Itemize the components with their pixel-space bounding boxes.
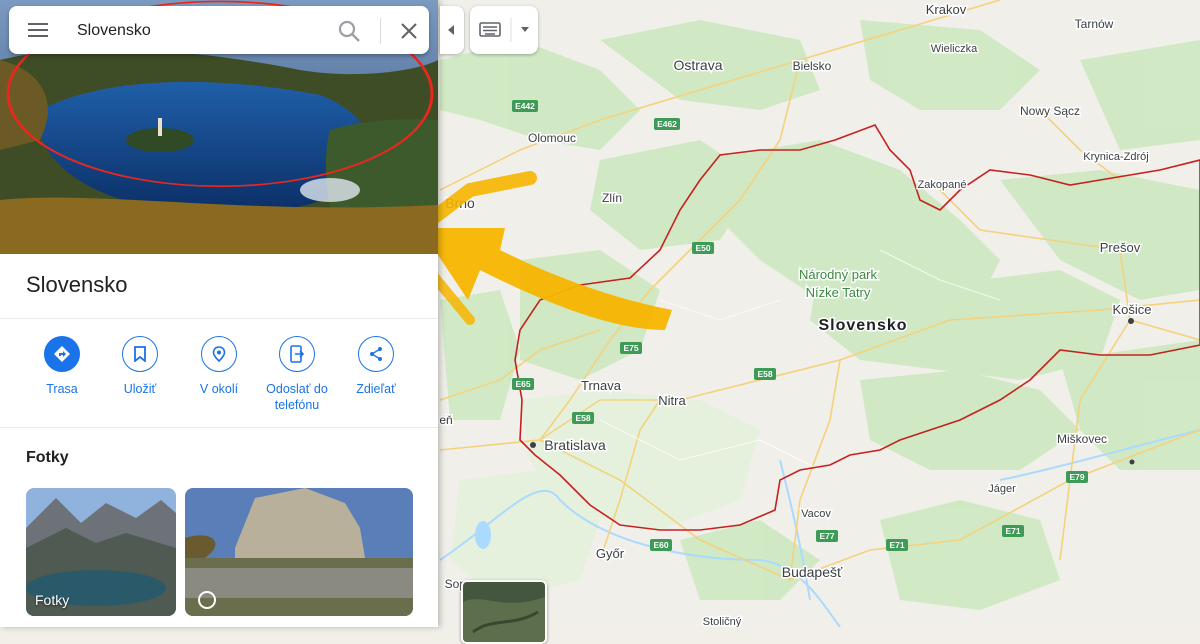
svg-text:E50: E50 (695, 243, 710, 253)
city-label: Zlín (602, 191, 622, 205)
road-shield: E71 (1002, 525, 1024, 537)
city-label: Nitra (658, 393, 686, 408)
bookmark-icon (122, 336, 158, 372)
road-shield: E77 (816, 530, 838, 542)
city-label: Nowy Sącz (1020, 104, 1080, 118)
search-box (9, 6, 429, 54)
action-label: Odoslať do telefónu (266, 382, 328, 412)
svg-text:E65: E65 (515, 379, 530, 389)
city-label: Krynica-Zdrój (1083, 151, 1148, 163)
photos-heading: Fotky (26, 449, 69, 466)
city-label: Tarnów (1075, 17, 1114, 31)
send-to-phone-icon (279, 336, 315, 372)
city-label: Vacov (801, 508, 831, 520)
divider (0, 427, 438, 428)
photo-thumbnail[interactable] (185, 488, 413, 616)
photo-thumbnail[interactable]: Fotky (26, 488, 176, 616)
directions-button[interactable]: Trasa (17, 336, 107, 397)
city-label: Košice (1112, 302, 1151, 317)
park-label: Nízke Tatry (806, 285, 871, 300)
action-label: Uložiť (123, 382, 157, 396)
collapse-panel-button[interactable] (440, 6, 464, 54)
city-label: Prešov (1100, 240, 1141, 255)
city-label: Bratislava (544, 437, 606, 453)
city-label: Wieliczka (931, 43, 978, 55)
svg-text:E79: E79 (1069, 472, 1084, 482)
action-label: Zdieľať (356, 382, 396, 396)
road-shield: E58 (572, 412, 594, 424)
place-title: Slovensko (26, 272, 128, 297)
svg-text:E71: E71 (1005, 526, 1020, 536)
share-button[interactable]: Zdieľať (331, 336, 421, 397)
city-label: Olomouc (528, 131, 576, 145)
city-label: Miškovec (1057, 432, 1107, 446)
svg-text:E60: E60 (653, 540, 668, 550)
city-label: Stoličný (703, 616, 742, 627)
svg-text:E71: E71 (889, 540, 904, 550)
city-label: Budapešť (782, 564, 843, 580)
search-icon[interactable] (336, 18, 362, 44)
svg-text:E77: E77 (819, 531, 834, 541)
svg-text:E75: E75 (623, 343, 638, 353)
action-label: V okolí (199, 382, 239, 396)
city-label: Trnava (581, 378, 622, 393)
city-label: Jáger (988, 483, 1016, 495)
city-label: Bielsko (793, 59, 832, 73)
svg-text:E58: E58 (757, 369, 772, 379)
road-shield: E79 (1066, 471, 1088, 483)
city-label: Ostrava (673, 57, 722, 73)
keyboard-icon (479, 22, 501, 37)
city-label: Zakopané (918, 179, 967, 191)
svg-text:E58: E58 (575, 413, 590, 423)
save-button[interactable]: Uložiť (95, 336, 185, 397)
city-label: eň (439, 413, 452, 427)
svg-text:E442: E442 (515, 101, 535, 111)
nearby-icon (201, 336, 237, 372)
road-shield: E65 (512, 378, 534, 390)
country-label: Slovensko (818, 317, 907, 334)
menu-icon[interactable] (25, 18, 51, 42)
road-shield: E50 (692, 242, 714, 254)
share-icon (358, 336, 394, 372)
city-label: Győr (596, 546, 625, 561)
park-label: Národný park (799, 267, 878, 282)
send-to-phone-button[interactable]: Odoslať do telefónu (252, 336, 342, 413)
photo-label: Fotky (35, 592, 70, 608)
svg-text:E462: E462 (657, 119, 677, 129)
directions-icon (44, 336, 80, 372)
road-shield: E58 (754, 368, 776, 380)
road-shield: E60 (650, 539, 672, 551)
place-panel: Slovensko Trasa Uložiť V okolí Odoslať d… (0, 0, 438, 627)
chevron-down-icon (521, 27, 529, 32)
divider (0, 318, 438, 319)
chevron-left-icon (448, 25, 454, 35)
close-icon[interactable] (396, 18, 422, 44)
city-label: Krakov (926, 2, 967, 17)
road-shield: E71 (886, 539, 908, 551)
action-label: Trasa (46, 382, 78, 396)
road-shield: E75 (620, 342, 642, 354)
lake (475, 521, 491, 549)
search-input[interactable] (75, 16, 319, 46)
layers-toggle[interactable] (461, 580, 547, 644)
satellite-thumbnail (463, 582, 545, 642)
road-shield: E462 (654, 118, 680, 130)
nearby-button[interactable]: V okolí (174, 336, 264, 397)
input-tools-button[interactable] (470, 6, 538, 54)
road-shield: E442 (512, 100, 538, 112)
search-divider (380, 18, 381, 44)
